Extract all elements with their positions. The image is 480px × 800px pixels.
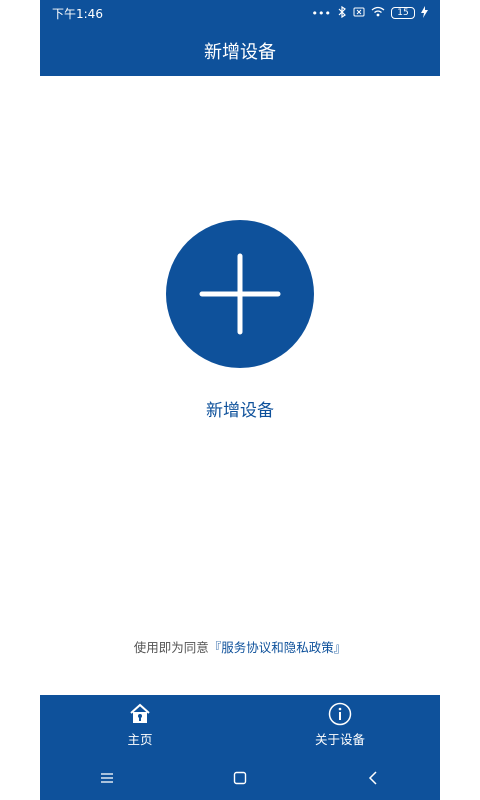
status-time: 下午1:46: [52, 6, 103, 21]
status-bar: 下午1:46 ••• 15: [40, 0, 440, 26]
agreement-text: 使用即为同意『服务协议和隐私政策』: [40, 637, 440, 656]
menu-button[interactable]: [87, 763, 127, 793]
sim-disabled-icon: [353, 6, 365, 21]
system-nav-bar: [40, 755, 440, 800]
add-device-label[interactable]: 新增设备: [40, 396, 440, 421]
charging-icon: [421, 5, 428, 21]
bottom-nav: 主页 关于设备: [40, 695, 440, 755]
agreement-prefix: 使用即为同意: [133, 640, 209, 655]
bluetooth-icon: [337, 5, 347, 21]
nav-item-home[interactable]: 主页: [40, 695, 240, 755]
nav-item-about-device[interactable]: 关于设备: [240, 695, 440, 755]
square-icon: [233, 771, 247, 784]
terms-privacy-link[interactable]: 『服务协议和隐私政策』: [209, 640, 347, 655]
status-icons: ••• 15: [311, 5, 428, 21]
info-icon: [328, 702, 352, 726]
home-icon: [128, 702, 152, 726]
home-system-button[interactable]: [220, 763, 260, 793]
plus-icon: [199, 253, 281, 335]
app-bar: 新增设备: [40, 26, 440, 76]
back-button[interactable]: [353, 763, 393, 793]
nav-label-home: 主页: [127, 732, 153, 747]
more-dots-icon: •••: [311, 6, 331, 20]
back-chevron-icon: [369, 770, 377, 785]
wifi-icon: [371, 6, 385, 20]
menu-icon: [100, 772, 113, 783]
phone-screen: 下午1:46 ••• 15 新增设备 新增设备 使用即为同意『服务协议和隐私政策…: [40, 0, 440, 800]
battery-icon: 15: [391, 7, 415, 19]
page-title: 新增设备: [204, 42, 276, 63]
nav-label-about-device: 关于设备: [314, 732, 365, 747]
add-device-button[interactable]: [166, 220, 314, 368]
